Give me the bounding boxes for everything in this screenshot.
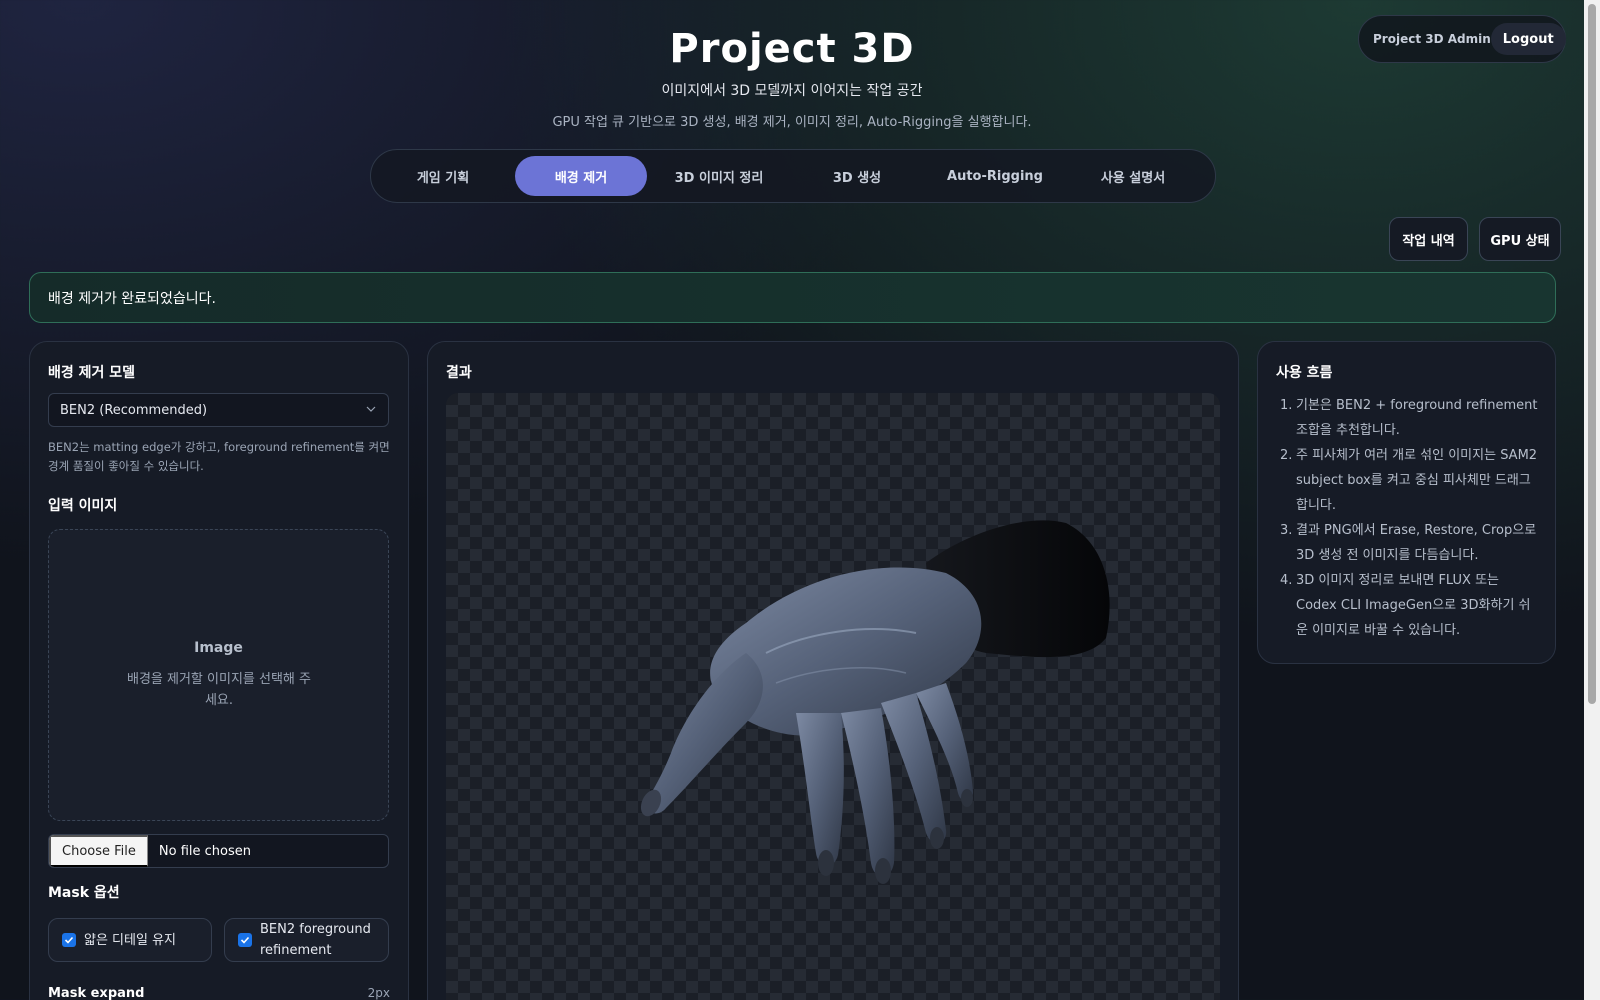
keep-detail-label: 얇은 디테일 유지 — [84, 932, 176, 948]
keep-detail-checkbox[interactable] — [62, 933, 76, 947]
check-icon — [64, 936, 74, 944]
result-panel: 결과 — [427, 341, 1239, 1000]
usage-flow-title: 사용 흐름 — [1276, 365, 1333, 381]
result-title: 결과 — [446, 365, 472, 381]
user-menu: Project 3D Admin Logout — [1358, 15, 1566, 63]
tab-user-manual[interactable]: 사용 설명서 — [1067, 156, 1199, 196]
options-panel: 배경 제거 모델 BEN2 (Recommended) BEN2는 mattin… — [29, 341, 409, 1000]
tab-background-removal[interactable]: 배경 제거 — [515, 156, 647, 196]
dropzone-text: 배경을 제거할 이미지를 선택해 주세요. — [127, 672, 311, 708]
input-section-title: 입력 이미지 — [48, 498, 118, 514]
file-input[interactable]: Choose File No file chosen — [48, 834, 389, 868]
model-section-title: 배경 제거 모델 — [48, 365, 136, 381]
tab-game-planning[interactable]: 게임 기획 — [377, 156, 509, 196]
model-select-value: BEN2 (Recommended) — [60, 402, 208, 418]
alert-message: 배경 제거가 완료되었습니다. — [48, 290, 216, 307]
gpu-status-button[interactable]: GPU 상태 — [1479, 217, 1561, 261]
app-description: GPU 작업 큐 기반으로 3D 생성, 배경 제거, 이미지 정리, Auto… — [552, 115, 1032, 130]
model-select[interactable]: BEN2 (Recommended) — [48, 393, 389, 427]
mask-expand-label: Mask expand — [48, 986, 145, 1000]
image-dropzone[interactable]: Image 배경을 제거할 이미지를 선택해 주세요. — [48, 529, 389, 821]
logout-button[interactable]: Logout — [1490, 23, 1566, 55]
main-tabs: 게임 기획 배경 제거 3D 이미지 정리 3D 생성 Auto-Rigging… — [370, 149, 1216, 203]
flow-step: 4. 3D 이미지 정리로 보내면 FLUX 또는 Codex CLI Image… — [1280, 573, 1531, 638]
flow-step: 2. 주 피사체가 여러 개로 섞인 이미지는 SAM2 subject box를… — [1280, 448, 1538, 513]
usage-flow-list: 1. 기본은 BEN2 + foreground refinement 조합을 추… — [1276, 393, 1541, 643]
job-history-button[interactable]: 작업 내역 — [1389, 217, 1468, 261]
chevron-down-icon — [366, 406, 376, 412]
user-name: Project 3D Admin — [1373, 32, 1491, 46]
file-status: No file chosen — [158, 843, 251, 859]
app-title: Project 3D — [669, 26, 915, 72]
mask-expand-value: 2px — [367, 986, 390, 1000]
success-alert: 배경 제거가 완료되었습니다. — [29, 272, 1556, 323]
choose-file-button[interactable]: Choose File — [49, 835, 148, 867]
dropzone-title: Image — [194, 640, 243, 656]
hand-icon — [640, 520, 1110, 884]
keep-detail-option[interactable]: 얇은 디테일 유지 — [48, 918, 212, 962]
flow-step: 1. 기본은 BEN2 + foreground refinement 조합을 추… — [1280, 398, 1538, 438]
foreground-refinement-option[interactable]: BEN2 foreground refinement — [224, 918, 389, 962]
app-subtitle: 이미지에서 3D 모델까지 이어지는 작업 공간 — [661, 83, 923, 99]
tab-3d-image-cleanup[interactable]: 3D 이미지 정리 — [653, 156, 785, 196]
result-canvas[interactable] — [446, 393, 1220, 1000]
tab-3d-generation[interactable]: 3D 생성 — [791, 156, 923, 196]
foreground-refinement-label: BEN2 foreground refinement — [260, 922, 371, 958]
scrollbar-thumb[interactable] — [1588, 4, 1596, 704]
flow-step: 3. 결과 PNG에서 Erase, Restore, Crop으로 3D 생성 … — [1280, 523, 1537, 563]
check-icon — [240, 936, 250, 944]
page-scrollbar[interactable] — [1584, 0, 1600, 1000]
foreground-refinement-checkbox[interactable] — [238, 933, 252, 947]
usage-flow-panel: 사용 흐름 1. 기본은 BEN2 + foreground refinement… — [1257, 341, 1556, 664]
model-hint: BEN2는 matting edge가 강하고, foreground refi… — [48, 440, 390, 473]
mask-section-title: Mask 옵션 — [48, 885, 120, 901]
tab-auto-rigging[interactable]: Auto-Rigging — [929, 156, 1061, 196]
